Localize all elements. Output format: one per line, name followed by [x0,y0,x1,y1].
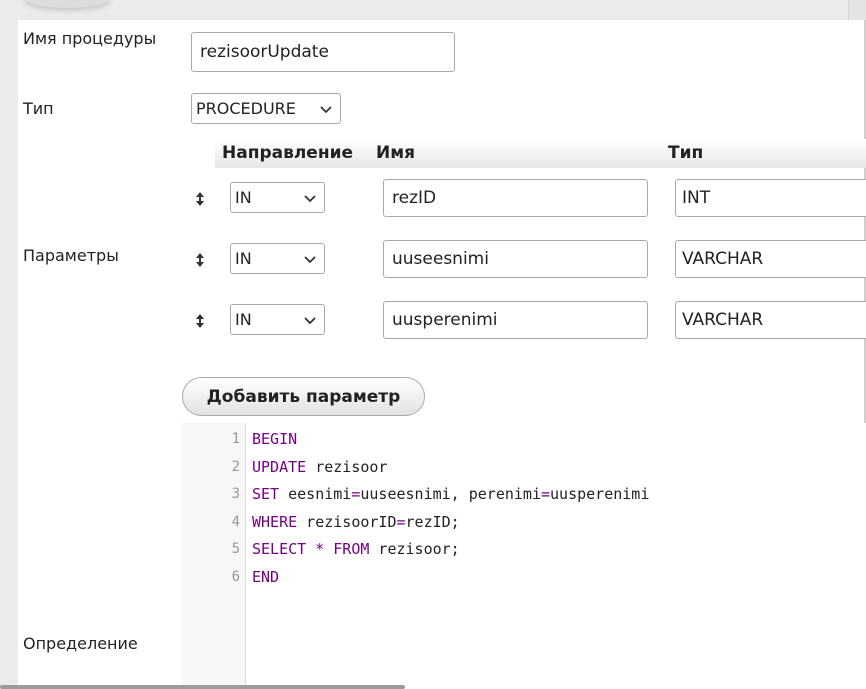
params-label: Параметры [23,246,119,265]
code-text: rezisoor [306,458,388,476]
param-direction-select[interactable]: IN [230,304,325,335]
code-line: SET eesnimi=uuseesnimi, perenimi=uuspere… [252,485,649,503]
param-direction-select[interactable]: IN [230,243,325,274]
code-line: BEGIN [252,430,297,448]
left-band [0,20,18,689]
line-number: 4 [231,514,240,530]
param-name-input[interactable]: rezID [383,179,648,217]
param-direction-value: IN [235,249,252,268]
code-keyword: * [315,540,325,558]
code-text: rezID; [405,513,460,531]
code-line: WHERE rezisoorID=rezID; [252,513,460,531]
chevron-down-icon [320,105,332,113]
header-name: Имя [376,143,416,163]
definition-label: Определение [23,634,138,653]
code-keyword: SELECT [252,540,307,558]
drag-handle-icon[interactable] [194,191,206,207]
code-keyword: = [541,485,551,503]
code-line: SELECT * FROM rezisoor; [252,540,460,558]
code-line: END [252,568,279,586]
header-type: Тип [668,143,704,163]
param-name-input[interactable]: uuseesnimi [383,240,648,278]
drag-handle-icon[interactable] [194,313,206,329]
code-text: uusperenimi [550,485,650,503]
editor-gutter: 1 2 3 4 5 6 [182,423,246,689]
scrollbar-corner [848,0,866,20]
procedure-name-label: Имя процедуры [23,29,157,48]
procedure-type-value: PROCEDURE [196,99,296,118]
drag-handle-icon[interactable] [194,252,206,268]
top-strip [0,0,866,20]
param-direction-value: IN [235,310,252,329]
chevron-down-icon [304,194,316,202]
code-keyword: SET [252,485,280,503]
param-name-input[interactable]: uusperenimi [383,301,648,339]
code-keyword: UPDATE [252,458,307,476]
line-number: 2 [231,459,240,475]
add-parameter-button[interactable]: Добавить параметр [182,377,425,416]
chevron-down-icon [304,316,316,324]
param-direction-value: IN [235,188,252,207]
type-label: Тип [23,99,54,118]
horizontal-scrollbar-thumb[interactable] [0,685,405,689]
param-type-input[interactable]: VARCHAR [675,301,866,339]
header-direction: Направление [222,143,354,163]
code-editor[interactable]: 1 2 3 4 5 6 BEGIN UPDATE rezisoor SET ee… [182,423,866,689]
code-text: rezisoorID [297,513,397,531]
chevron-down-icon [304,255,316,263]
param-type-input[interactable]: VARCHAR [675,240,866,278]
code-keyword: BEGIN [252,430,298,448]
param-direction-select[interactable]: IN [230,182,325,213]
procedure-type-select[interactable]: PROCEDURE [191,93,341,124]
procedure-name-input[interactable]: rezisoorUpdate [191,32,455,72]
code-text: eesnimi [279,485,352,503]
code-keyword: = [396,513,406,531]
line-number: 3 [231,486,240,502]
param-type-input[interactable]: INT [675,179,866,217]
code-keyword: WHERE [252,513,298,531]
tab-shadow [25,0,110,8]
code-text: rezisoor; [369,540,460,558]
code-text: uuseesnimi, perenimi [360,485,541,503]
code-keyword: END [252,568,280,586]
line-number: 5 [231,541,240,557]
code-line: UPDATE rezisoor [252,458,387,476]
line-number: 1 [231,431,240,447]
code-keyword: FROM [333,540,370,558]
line-number: 6 [231,569,240,585]
